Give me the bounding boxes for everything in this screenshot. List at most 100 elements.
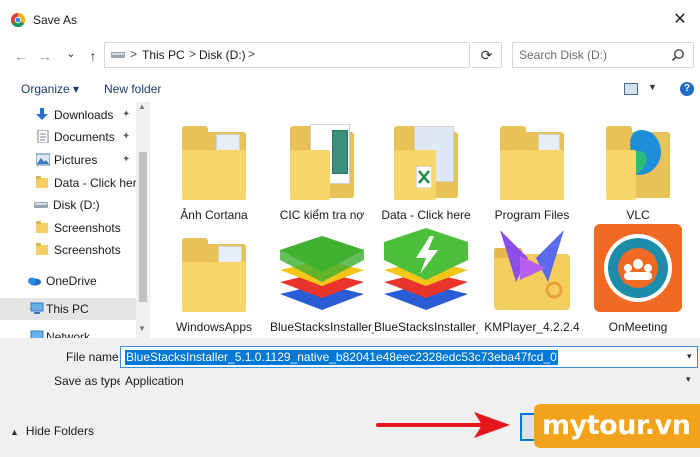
network-icon [30,330,44,338]
sidebar-item-label: Pictures [54,153,98,167]
file-name-label: KMPlayer_4.2.2.4 [484,320,580,334]
download-icon [36,108,48,120]
computer-icon [30,302,44,314]
file-item-kmplayer[interactable]: KMPlayer_4.2.2.4 [480,220,584,334]
sidebar-item-screenshots[interactable]: Screenshots [0,217,136,239]
scroll-down-icon[interactable]: ▼ [138,324,146,333]
sidebar-item-onedrive[interactable]: OneDrive [0,270,136,292]
save-type-select[interactable]: Application ▾ [120,370,698,392]
back-arrow-icon[interactable]: ← [12,46,30,66]
folder-icon [36,176,48,188]
sidebar-scrollbar[interactable]: ▲ ▼ [136,102,150,338]
excel-icon [416,166,432,188]
pin-icon[interactable]: ✦ [122,154,130,165]
sidebar-item-label: Downloads [54,108,114,122]
command-bar: Organize ▾ New folder ▼ ? [0,76,700,102]
search-icon[interactable] [671,48,685,62]
breadcrumb-disk-d[interactable]: Disk (D:) [199,48,246,62]
chevron-down-icon[interactable]: ▼ [648,82,657,92]
annotation-arrow-icon [376,412,510,438]
hide-folders-button[interactable]: ▲ Hide Folders [10,424,94,438]
sidebar-item-label: Screenshots [54,243,121,257]
folder-icon [36,243,48,255]
sidebar-item-label: Screenshots [54,221,121,235]
hide-folders-label: Hide Folders [25,424,94,438]
file-name-label: BlueStacksInstaller_5.1.0.1129_nati [374,320,478,334]
sidebar-item-label: Network [46,330,91,338]
sidebar-item-pictures[interactable]: Pictures ✦ [0,149,136,171]
file-item-windowsapps[interactable]: WindowsApps [162,220,266,334]
file-item-cic-kiem-tra-no[interactable]: CIC kiểm tra nợ [270,108,374,222]
sidebar-item-label: Disk (D:) [53,198,100,212]
file-item-program-files[interactable]: Program Files [480,108,584,222]
address-row: ← → ⌄ ↑ > This PC > Disk (D:) > ▾ ⟳ [0,40,700,72]
folder-icon [176,120,252,206]
close-icon[interactable]: ✕ [668,8,692,32]
forward-arrow-icon[interactable]: → [36,46,54,66]
breadcrumb-separator: > [130,47,138,61]
file-name-input[interactable]: BlueStacksInstaller_5.1.0.1129_native_b8… [120,346,698,368]
scrollbar-thumb[interactable] [139,152,147,302]
window-title: Save As [33,13,78,27]
recent-locations-icon[interactable]: ⌄ [62,44,80,64]
sidebar-item-screenshots-2[interactable]: Screenshots [0,239,136,261]
sidebar-item-label: OneDrive [46,274,97,288]
drive-icon [34,202,48,208]
save-type-value: Application [125,374,184,388]
navigation-pane: Downloads ✦ Documents ✦ Pictures ✦ Data … [0,102,150,338]
folder-icon [388,120,464,206]
sidebar-item-documents[interactable]: Documents ✦ [0,126,136,148]
file-item-bluestacks-4[interactable]: BlueStacksInstaller_4.280.0.1022_n [270,220,374,334]
address-bar[interactable]: > This PC > Disk (D:) > ▾ [104,42,562,68]
file-item-bluestacks-5[interactable]: BlueStacksInstaller_5.1.0.1129_nati [374,220,478,334]
pin-icon[interactable]: ✦ [122,109,130,120]
pin-icon[interactable]: ✦ [122,131,130,142]
drive-icon [111,52,125,58]
watermark-text: mytour.vn [542,410,691,441]
file-list: Ảnh Cortana CIC kiểm tra nợ Data - Click… [150,102,700,338]
file-name-value[interactable]: BlueStacksInstaller_5.1.0.1129_native_b8… [125,350,558,365]
pictures-icon [36,153,50,166]
title-bar: Save As ✕ [0,0,700,40]
new-folder-button[interactable]: New folder [104,82,161,96]
onmeeting-icon [594,224,682,312]
chevron-up-icon: ▲ [10,427,19,437]
folder-icon [600,120,676,206]
watermark-logo: mytour.vn [534,404,700,448]
search-input[interactable] [519,44,669,66]
sidebar-item-disk-d[interactable]: Disk (D:) [0,194,136,216]
sidebar-item-this-pc[interactable]: This PC [0,298,136,320]
bluestacks-icon [384,228,468,310]
folder-icon [36,221,48,233]
file-name-label: File name: [66,350,123,364]
file-item-vlc[interactable]: VLC [586,108,690,222]
up-arrow-icon[interactable]: ↑ [84,46,102,66]
folder-icon [494,120,570,206]
file-item-data-click-here[interactable]: Data - Click here [374,108,478,222]
file-item-onmeeting[interactable]: OnMeeting [586,220,690,334]
onedrive-icon [28,277,41,286]
folder-icon [176,232,252,318]
sidebar-item-label: Documents [54,130,115,144]
folder-icon [284,120,360,206]
sidebar-item-data-click-here[interactable]: Data - Click here [0,172,143,194]
help-icon[interactable]: ? [680,82,694,96]
chevron-down-icon[interactable]: ▾ [687,351,692,362]
file-name-label: OnMeeting [608,320,668,334]
sidebar-item-downloads[interactable]: Downloads ✦ [0,104,136,126]
organize-button[interactable]: Organize ▾ [21,82,79,96]
search-box[interactable] [512,42,694,68]
refresh-icon[interactable]: ⟳ [472,42,502,68]
breadcrumb-separator: > [189,47,197,61]
sidebar-item-network[interactable]: Network [0,326,136,338]
chevron-down-icon[interactable]: ▾ [686,374,691,385]
file-item-anh-cortana[interactable]: Ảnh Cortana [162,108,266,222]
save-type-label: Save as type: [54,374,127,388]
sidebar-item-label: This PC [46,302,89,316]
breadcrumb-separator: > [248,47,256,61]
bluestacks-icon [280,236,364,310]
breadcrumb-this-pc[interactable]: This PC [142,48,185,62]
scroll-up-icon[interactable]: ▲ [138,102,146,111]
view-options-icon[interactable] [624,83,638,95]
kmplayer-icon [494,230,570,310]
